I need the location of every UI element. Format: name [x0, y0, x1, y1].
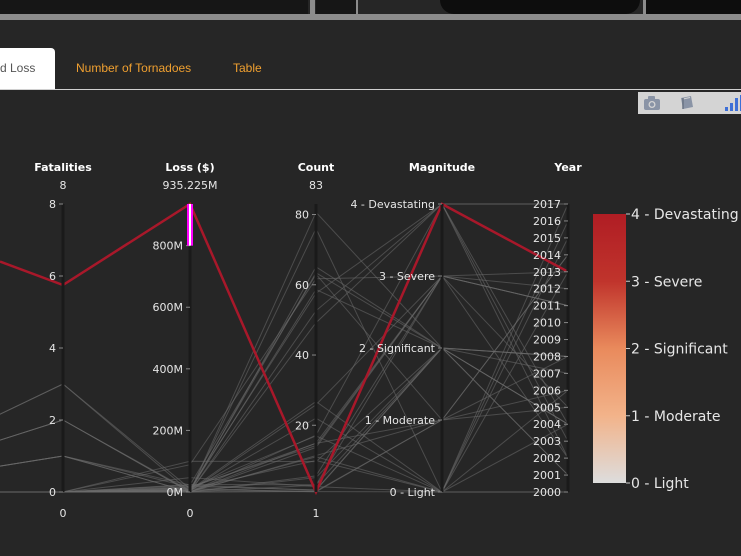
data-line	[0, 389, 569, 493]
tick-label: 8	[49, 198, 56, 211]
tick-label: 2000	[533, 486, 561, 499]
constraint-range-inner	[189, 204, 191, 246]
tick-label: 3 - Severe	[379, 270, 435, 283]
banner-image	[646, 0, 741, 14]
top-banner	[0, 0, 741, 20]
tick-label: 2005	[533, 401, 561, 414]
tick-label: 1 - Moderate	[365, 414, 436, 427]
tab-number-of-tornadoes[interactable]: Number of Tornadoes	[76, 48, 191, 89]
tick-label: 0M	[167, 486, 184, 499]
tick-label: 80	[295, 209, 309, 222]
tick-label: 2013	[533, 266, 561, 279]
axis-min-label: 0	[60, 507, 67, 520]
banner-image	[440, 0, 640, 14]
axis-title: Count	[298, 161, 335, 174]
colorbar-label: 1 - Moderate	[631, 409, 720, 425]
banner-block	[316, 0, 356, 14]
tick-label: 2007	[533, 367, 561, 380]
tick-label: 2011	[533, 300, 561, 313]
tick-label: 600M	[153, 301, 184, 314]
axis-title: Loss ($)	[165, 161, 214, 174]
edit-in-chart-studio-icon[interactable]	[678, 95, 696, 111]
data-line	[0, 400, 569, 493]
tick-label: 2004	[533, 418, 561, 431]
tick-label: 40	[295, 349, 309, 362]
axis-title: Fatalities	[34, 161, 92, 174]
colorbar-label: 0 - Light	[631, 476, 689, 492]
axis-min-label: 0	[187, 507, 194, 520]
tick-label: 20	[295, 419, 309, 432]
tick-label: 2015	[533, 232, 561, 245]
tick-label: 60	[295, 279, 309, 292]
banner-underline	[0, 14, 741, 20]
tick-label: 2017	[533, 198, 561, 211]
colorbar-label: 4 - Devastating	[631, 207, 739, 223]
axis-title: Year	[553, 161, 582, 174]
axis-max-label: 83	[309, 179, 323, 192]
plot-modebar	[638, 92, 741, 114]
tab-fatalities-and-loss[interactable]: d Loss	[0, 48, 55, 89]
data-line	[0, 203, 569, 493]
tick-label: 200M	[153, 424, 184, 437]
tick-label: 2009	[533, 334, 561, 347]
parallel-coordinates-chart: Fatalities8002468Loss ($)935.225M00M200M…	[0, 161, 739, 520]
data-line	[0, 254, 569, 486]
colorbar-label: 2 - Significant	[631, 342, 728, 358]
data-lines	[0, 202, 569, 493]
camera-icon[interactable]	[643, 95, 661, 111]
plotly-logo-icon[interactable]	[724, 95, 741, 111]
tick-label: 2012	[533, 283, 561, 296]
tick-label: 2003	[533, 435, 561, 448]
tab-table[interactable]: Table	[233, 48, 262, 89]
tick-label: 2 - Significant	[359, 342, 436, 355]
colorbar	[593, 214, 626, 483]
banner-divider	[310, 0, 315, 14]
axis-max-label: 8	[60, 179, 67, 192]
axis-title: Magnitude	[409, 161, 475, 174]
axis-max-label: 935.225M	[163, 179, 218, 192]
tick-label: 4	[49, 342, 56, 355]
tick-label: 4 - Devastating	[350, 198, 435, 211]
tick-label: 2002	[533, 452, 561, 465]
banner-block	[0, 0, 308, 14]
tick-label: 2	[49, 414, 56, 427]
banner-divider	[356, 0, 358, 14]
tab-bar-baseline	[0, 89, 741, 90]
tick-label: 2016	[533, 215, 561, 228]
tick-label: 2006	[533, 384, 561, 397]
data-line	[0, 227, 569, 493]
tab-bar: d Loss Number of Tornadoes Table	[0, 48, 741, 90]
tick-label: 2001	[533, 469, 561, 482]
tick-label: 800M	[153, 240, 184, 253]
tick-label: 400M	[153, 363, 184, 376]
tick-label: 2010	[533, 317, 561, 330]
colorbar-label: 3 - Severe	[631, 274, 702, 290]
axis-min-label: 1	[313, 507, 320, 520]
tick-label: 2008	[533, 350, 561, 363]
tick-label: 2014	[533, 249, 561, 262]
tick-label: 6	[49, 270, 56, 283]
tick-label: 0 - Light	[390, 486, 436, 499]
tick-label: 0	[49, 486, 56, 499]
